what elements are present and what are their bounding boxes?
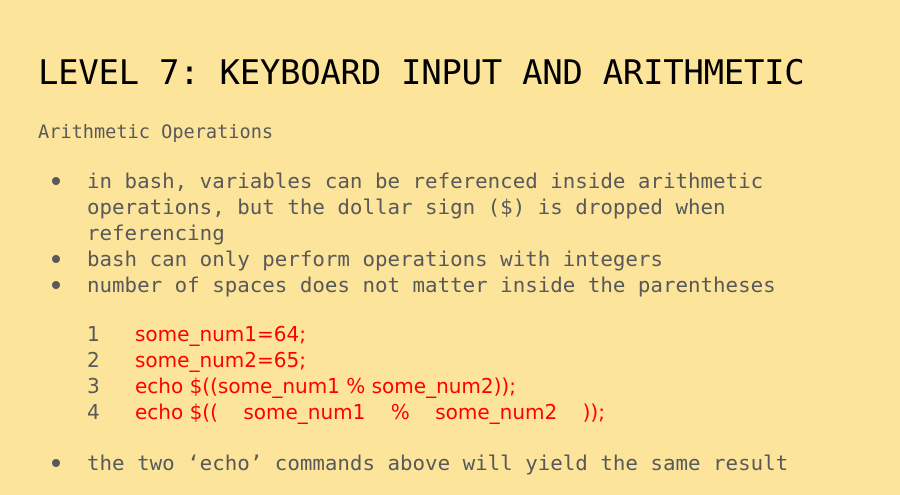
code-text: echo $(( some_num1 % some_num2 )); bbox=[135, 400, 605, 424]
line-number: 3 bbox=[87, 374, 100, 398]
bullet-dot-icon bbox=[52, 459, 60, 467]
line-number: 1 bbox=[87, 322, 100, 346]
bullet-dot-icon bbox=[52, 281, 60, 289]
line-number: 2 bbox=[87, 348, 100, 372]
line-number: 4 bbox=[87, 400, 100, 424]
code-text: some_num1=64; bbox=[135, 322, 306, 346]
bullet-item: bash can only perform operations with in… bbox=[0, 246, 900, 272]
bullet-text: in bash, variables can be referenced ins… bbox=[87, 169, 776, 245]
slide: LEVEL 7: KEYBOARD INPUT AND ARITHMETIC A… bbox=[0, 0, 900, 495]
bullet-dot-icon bbox=[52, 255, 60, 263]
bullet-item: number of spaces does not matter inside … bbox=[0, 272, 900, 298]
bullet-text: bash can only perform operations with in… bbox=[87, 247, 663, 271]
code-line: 4 echo $(( some_num1 % some_num2 )); bbox=[87, 399, 605, 425]
code-block: 1 some_num1=64; 2 some_num2=65; 3 echo $… bbox=[87, 321, 605, 425]
code-line: 3 echo $((some_num1 % some_num2)); bbox=[87, 373, 605, 399]
code-line: 1 some_num1=64; bbox=[87, 321, 605, 347]
code-line: 2 some_num2=65; bbox=[87, 347, 605, 373]
slide-title: LEVEL 7: KEYBOARD INPUT AND ARITHMETIC bbox=[38, 53, 805, 93]
bullet-text: number of spaces does not matter inside … bbox=[87, 273, 776, 297]
bullet-item-final: the two ‘echo’ commands above will yield… bbox=[0, 450, 900, 476]
slide-subtitle: Arithmetic Operations bbox=[38, 122, 274, 143]
bullet-text: the two ‘echo’ commands above will yield… bbox=[87, 451, 789, 475]
code-text: some_num2=65; bbox=[135, 348, 306, 372]
bullet-item: in bash, variables can be referenced ins… bbox=[0, 168, 900, 246]
code-text: echo $((some_num1 % some_num2)); bbox=[135, 374, 516, 398]
bullet-list: in bash, variables can be referenced ins… bbox=[0, 168, 900, 298]
bullet-dot-icon bbox=[52, 177, 60, 185]
